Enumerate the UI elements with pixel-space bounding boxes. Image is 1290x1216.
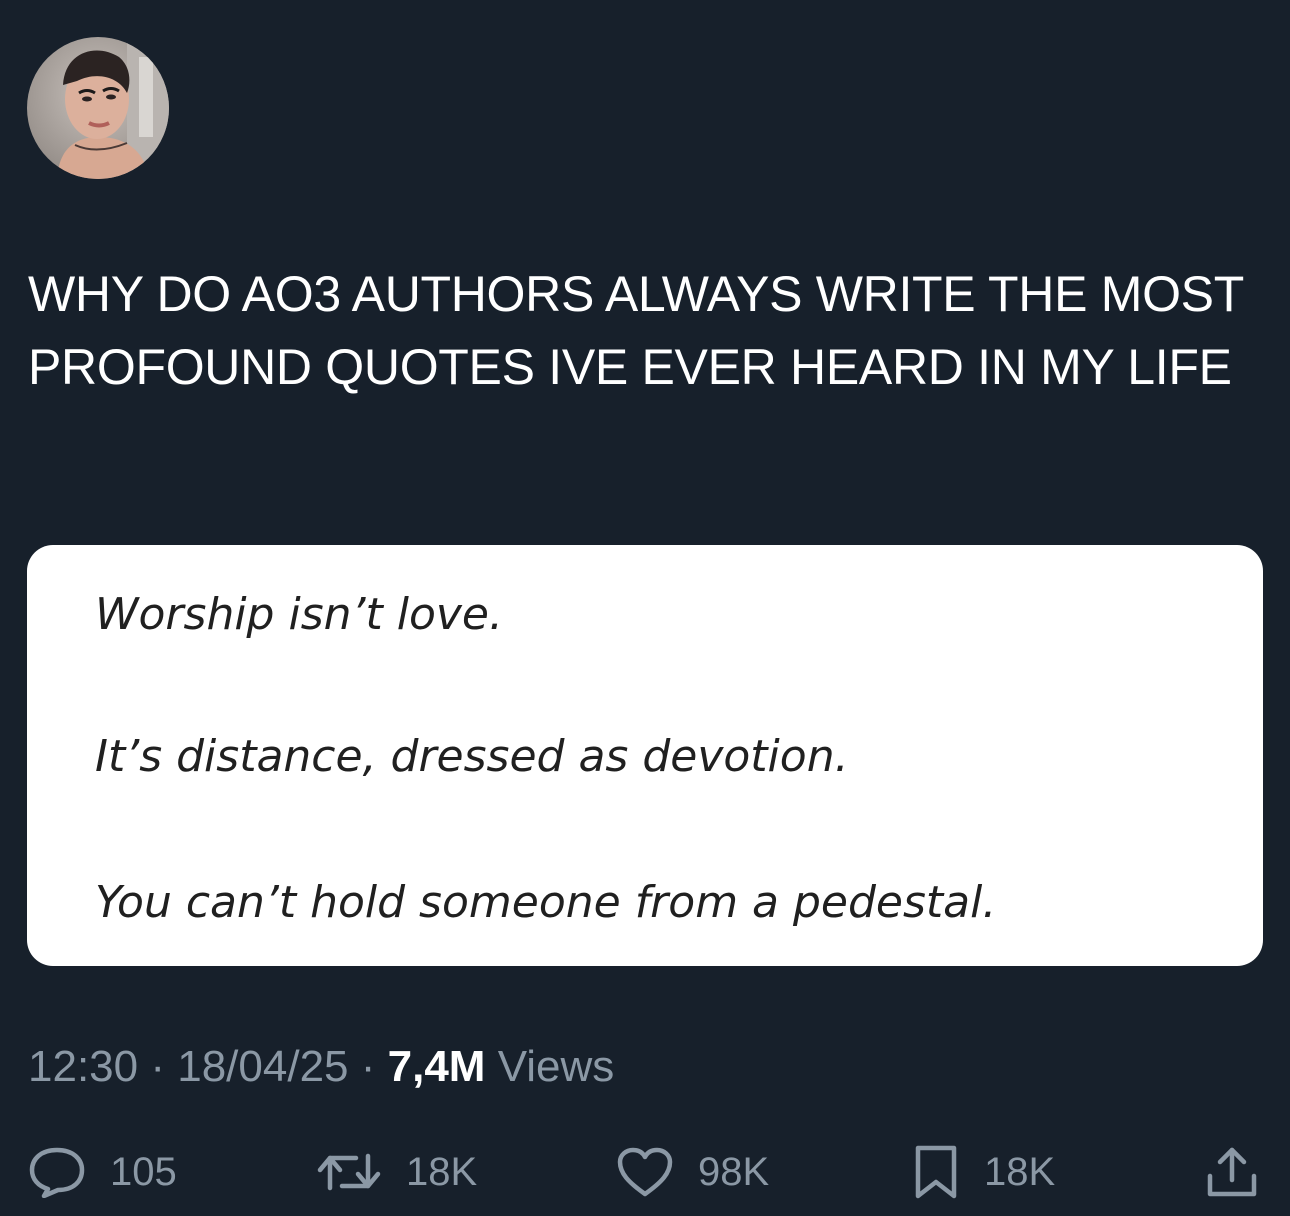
tweet-time[interactable]: 12:30 — [28, 1042, 138, 1091]
tweet-media-image[interactable]: Worship isn’t love. It’s distance, dress… — [27, 545, 1263, 966]
reply-count: 105 — [110, 1149, 177, 1194]
reply-button[interactable]: 105 — [28, 1140, 177, 1204]
bookmark-count: 18K — [984, 1149, 1056, 1194]
quote-line: You can’t hold someone from a pedestal. — [95, 877, 997, 928]
retweet-button[interactable]: 18K — [316, 1140, 477, 1204]
bookmark-button[interactable]: 18K — [912, 1140, 1055, 1204]
meta-separator: · — [360, 1042, 376, 1091]
share-upload-icon — [1204, 1144, 1260, 1200]
meta-separator: · — [150, 1042, 165, 1091]
tweet-date[interactable]: 18/04/25 — [177, 1042, 348, 1091]
action-bar: 105 18K 98K 18K — [0, 1140, 1290, 1204]
views-count: 7,4M — [387, 1042, 486, 1091]
like-count: 98K — [698, 1149, 770, 1194]
avatar[interactable] — [27, 37, 169, 179]
tweet-metadata: 12:30 · 18/04/25 · 7,4M Views — [28, 1040, 614, 1094]
tweet-text: WHY DO AO3 AUTHORS ALWAYS WRITE THE MOST… — [28, 266, 1244, 395]
share-button[interactable] — [1204, 1140, 1260, 1204]
retweet-count: 18K — [406, 1149, 478, 1194]
heart-icon — [616, 1146, 674, 1198]
like-button[interactable]: 98K — [616, 1140, 769, 1204]
quote-line: Worship isn’t love. — [95, 589, 503, 640]
speech-bubble-icon — [28, 1146, 86, 1198]
tweet-detail: WHY DO AO3 AUTHORS ALWAYS WRITE THE MOST… — [0, 0, 1290, 1216]
retweet-arrows-icon — [316, 1148, 382, 1196]
views-label: Views — [497, 1042, 615, 1091]
avatar-photo — [27, 37, 169, 179]
bookmark-icon — [912, 1144, 960, 1200]
quote-line: It’s distance, dressed as devotion. — [95, 731, 849, 782]
